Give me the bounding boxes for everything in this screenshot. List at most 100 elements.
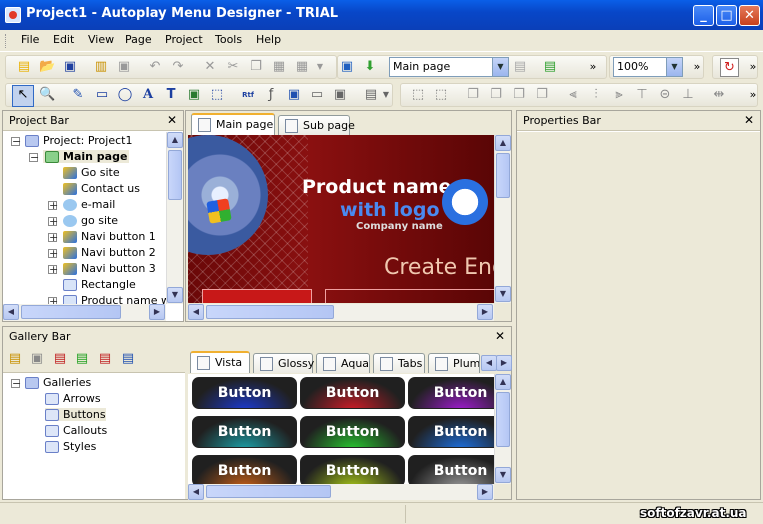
menu-help[interactable]: Help [256,33,281,46]
delete-gallery-icon[interactable]: ▤ [52,351,68,367]
scroll-right-icon[interactable]: ▶ [477,484,493,500]
project-tree-vscroll[interactable]: ▲ ▼ [166,132,183,304]
object-menu-icon[interactable]: ▤ [363,87,379,103]
tab-scroll-left-icon[interactable]: ◀ [481,355,497,371]
tree-item-main-page[interactable]: Main page [43,150,130,163]
scroll-down-icon[interactable]: ▼ [495,467,511,483]
close-icon[interactable]: ✕ [744,113,754,127]
tree-item-navi-button-1[interactable]: Navi button 1 [63,230,156,243]
canvas-vscroll[interactable]: ▲ ▼ [494,135,511,303]
app-icon[interactable] [5,7,21,23]
send-back-icon[interactable]: ❐ [488,87,504,103]
redo-icon[interactable]: ↷ [170,59,186,75]
menu-project[interactable]: Project [165,33,203,46]
close-icon[interactable]: ✕ [167,113,177,127]
tree-item-contact-us[interactable]: Contact us [63,182,140,195]
ellipse-tool-icon[interactable]: ◯ [117,87,133,103]
save-gallery-icon[interactable]: ▣ [29,351,45,367]
media-tool-icon[interactable]: ▣ [286,87,302,103]
save-all-icon[interactable]: ▣ [116,59,132,75]
frame-tool-icon[interactable]: ⬚ [209,87,225,103]
gallery-button-2[interactable]: Button [300,377,405,409]
scroll-thumb[interactable] [496,392,510,447]
line-tool-icon[interactable]: ✎ [70,87,86,103]
cut-icon[interactable]: ✂ [225,59,241,75]
toolbar-overflow-icon[interactable]: » [745,87,761,103]
tab-tabs[interactable]: Tabs [373,353,425,373]
ungroup-icon[interactable]: ⬚ [433,87,449,103]
gallery-item-arrows[interactable]: Arrows [45,392,101,405]
design-canvas[interactable]: Product name with logo Company name Crea… [188,135,494,303]
new-gallery-icon[interactable]: ▤ [7,351,23,367]
tree-item-project[interactable]: Project: Project1 [25,134,132,147]
chevron-down-icon[interactable]: ▼ [666,58,682,76]
collapse-icon[interactable]: − [11,378,21,389]
close-icon[interactable]: ✕ [495,329,505,343]
canvas-red-button[interactable] [202,289,312,303]
collapse-icon[interactable]: − [11,136,21,147]
gallery-item-galleries[interactable]: Galleries [25,376,91,389]
gallery-button-4[interactable]: Button [192,416,297,448]
paste-icon[interactable]: ▦ [271,59,287,75]
project-tree-hscroll[interactable]: ◀ ▶ [3,304,166,321]
collapse-icon[interactable]: − [29,152,39,163]
import-icon[interactable]: ▥ [93,59,109,75]
zoom-tool-icon[interactable]: 🔍 [39,87,55,103]
copy-icon[interactable]: ❐ [248,59,264,75]
tree-item-rectangle[interactable]: Rectangle [63,278,136,291]
maximize-button[interactable]: □ [716,5,737,26]
paste-special-icon[interactable]: ▦ [294,59,310,75]
add-page-icon[interactable]: ▤ [542,59,558,75]
menu-page[interactable]: Page [125,33,152,46]
scroll-thumb[interactable] [206,485,331,498]
gallery-button-5[interactable]: Button [300,416,405,448]
align-middle-icon[interactable]: ⊝ [657,87,673,103]
video-tool-icon[interactable]: ▣ [332,87,348,103]
canvas-hscroll[interactable]: ◀ ▶ [188,304,494,321]
tree-item-navi-button-3[interactable]: Navi button 3 [63,262,156,275]
window-tool-icon[interactable]: ▭ [309,87,325,103]
scroll-left-icon[interactable]: ◀ [3,304,19,320]
scroll-up-icon[interactable]: ▲ [167,132,183,148]
chevron-down-icon[interactable]: ▼ [492,58,508,76]
tree-item-go-site-link[interactable]: go site [63,214,118,227]
tab-scroll-right-icon[interactable]: ▶ [496,355,512,371]
page-select[interactable]: Main page ▼ [389,57,509,77]
gallery-button-3[interactable]: Button [408,377,494,409]
align-center-icon[interactable]: ⫶ [588,87,604,103]
text-tool-icon[interactable]: A [140,87,156,103]
align-left-icon[interactable]: ⫷ [565,87,581,103]
gallery-button-1[interactable]: Button [192,377,297,409]
scroll-thumb[interactable] [496,153,510,198]
scroll-thumb[interactable] [21,305,121,319]
zoom-select[interactable]: 100% ▼ [613,57,683,77]
gallery-hscroll[interactable]: ◀ ▶ [188,484,494,500]
tab-vista[interactable]: Vista [190,351,250,373]
scroll-left-icon[interactable]: ◀ [188,484,204,500]
canvas-outline-button[interactable] [325,289,494,303]
scroll-right-icon[interactable]: ▶ [477,304,493,320]
tree-item-navi-button-2[interactable]: Navi button 2 [63,246,156,259]
scroll-up-icon[interactable]: ▲ [495,374,511,390]
gallery-button-9[interactable]: Button [408,455,494,484]
tab-glossy[interactable]: Glossy [253,353,314,373]
gallery-button-7[interactable]: Button [192,455,297,484]
export-icon[interactable]: ⬇ [362,59,378,75]
bring-front-icon[interactable]: ❐ [465,87,481,103]
expand-icon[interactable]: + [48,232,58,243]
rtf-tool-icon[interactable]: Rtf [240,87,256,103]
gallery-item-buttons[interactable]: Buttons [45,408,106,421]
toolbar-overflow-icon[interactable]: » [745,59,761,75]
gallery-button-6[interactable]: Button [408,416,494,448]
scroll-thumb[interactable] [168,150,182,200]
preview-icon[interactable]: ▣ [339,59,355,75]
dropdown-arrow-icon[interactable]: ▼ [378,87,394,103]
send-backward-icon[interactable]: ❐ [534,87,550,103]
flash-tool-icon[interactable]: ƒ [263,87,279,103]
gallery-button-8[interactable]: Button [300,455,405,484]
refresh-icon[interactable]: ↻ [720,58,739,77]
tab-plum[interactable]: Plum [428,353,480,373]
scroll-down-icon[interactable]: ▼ [495,286,511,302]
menu-view[interactable]: View [88,33,114,46]
rectangle-tool-icon[interactable]: ▭ [94,87,110,103]
